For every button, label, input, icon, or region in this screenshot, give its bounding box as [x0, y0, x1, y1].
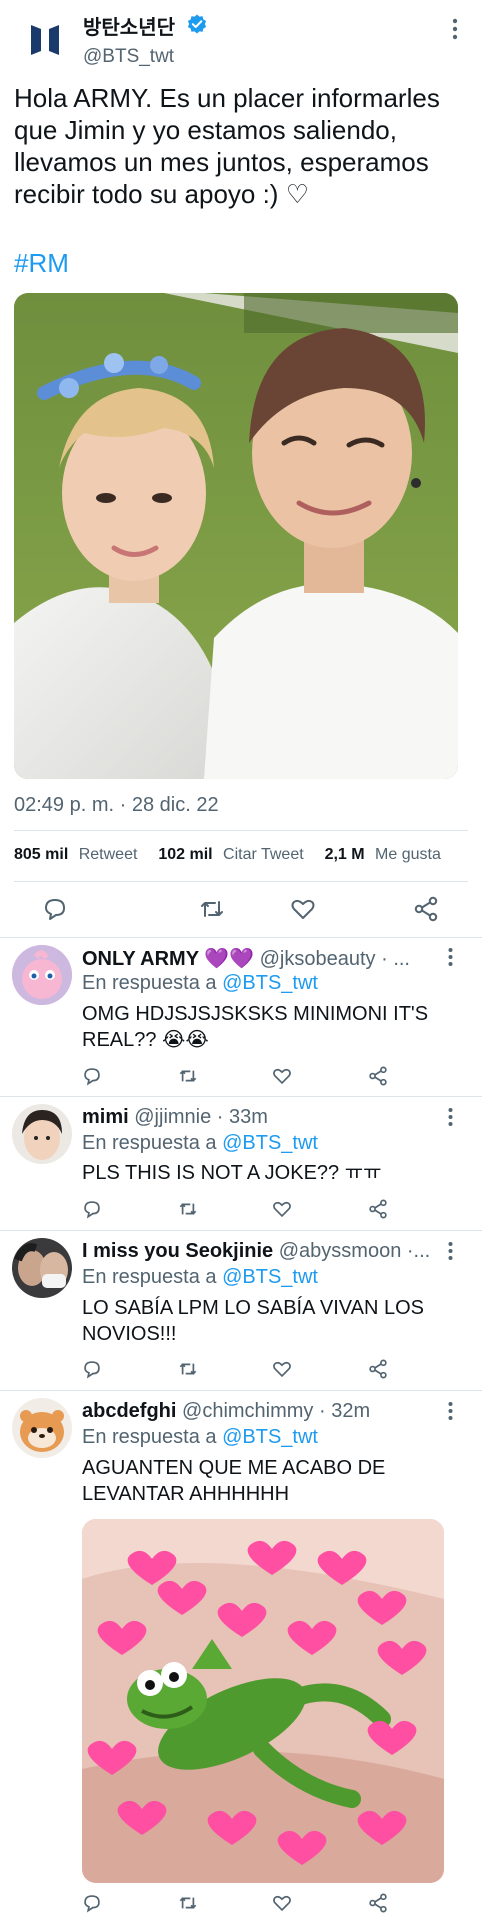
- reply-context-prefix: En respuesta a: [82, 972, 217, 994]
- divider: [0, 1096, 482, 1097]
- reply-handle[interactable]: @abyssmoon ·...: [279, 1240, 430, 1262]
- reply-icon[interactable]: [82, 1066, 102, 1086]
- reply-icon[interactable]: [82, 1199, 102, 1219]
- divider: [0, 1390, 482, 1391]
- reply-context: En respuesta a @BTS_twt: [82, 1132, 318, 1155]
- reply-context-prefix: En respuesta a: [82, 1132, 217, 1154]
- retweets-count[interactable]: 805 mil: [14, 846, 68, 863]
- divider: [14, 881, 468, 882]
- more-options-icon[interactable]: [448, 947, 453, 967]
- reply-author[interactable]: I miss you Seokjinie @abyssmoon ·...: [82, 1240, 447, 1263]
- share-icon[interactable]: [368, 1893, 388, 1913]
- reply-to-link[interactable]: @BTS_twt: [222, 1266, 318, 1288]
- reply-display-name[interactable]: ONLY ARMY 💜💜: [82, 948, 254, 970]
- reply-author[interactable]: abcdefghi @chimchimmy · 32m: [82, 1400, 447, 1423]
- like-icon[interactable]: [272, 1359, 292, 1379]
- more-options-icon[interactable]: [452, 18, 458, 40]
- reply-image[interactable]: [82, 1519, 444, 1883]
- quotes-count[interactable]: 102 mil: [158, 846, 212, 863]
- more-options-icon[interactable]: [448, 1107, 453, 1127]
- verified-badge-icon: [187, 14, 207, 34]
- avatar[interactable]: [12, 945, 72, 1005]
- reply-text: AGUANTEN QUE ME ACABO DE LEVANTAR AHHHHH…: [82, 1457, 386, 1505]
- account-name[interactable]: 방탄소년단: [83, 11, 175, 40]
- retweet-icon[interactable]: [178, 1893, 198, 1913]
- reply-display-name[interactable]: abcdefghi: [82, 1400, 176, 1422]
- like-icon[interactable]: [272, 1893, 292, 1913]
- divider: [0, 937, 482, 938]
- reply-handle[interactable]: @jksobeauty · ...: [260, 948, 410, 970]
- retweet-icon[interactable]: [199, 896, 225, 922]
- tweet-text: Hola ARMY. Es un placer informarles que …: [14, 83, 440, 209]
- retweet-icon[interactable]: [178, 1066, 198, 1086]
- reply-context: En respuesta a @BTS_twt: [82, 972, 318, 995]
- tweet-photo[interactable]: [14, 293, 458, 779]
- bts-logo-icon: [31, 25, 59, 55]
- more-options-icon[interactable]: [448, 1401, 453, 1421]
- reply-icon[interactable]: [82, 1359, 102, 1379]
- tweet-stats: 805 mil Retweet 102 mil Citar Tweet 2,1 …: [14, 846, 441, 864]
- divider: [0, 1230, 482, 1231]
- reply-author[interactable]: mimi @jjimnie · 33m: [82, 1106, 447, 1129]
- avatar[interactable]: [12, 1104, 72, 1164]
- more-options-icon[interactable]: [448, 1241, 453, 1261]
- share-icon[interactable]: [368, 1066, 388, 1086]
- reply-author[interactable]: ONLY ARMY 💜💜 @jksobeauty · ...: [82, 946, 447, 971]
- likes-count[interactable]: 2,1 M: [325, 846, 365, 863]
- like-icon[interactable]: [290, 896, 316, 922]
- like-icon[interactable]: [272, 1066, 292, 1086]
- reply-to-link[interactable]: @BTS_twt: [222, 972, 318, 994]
- reply-to-link[interactable]: @BTS_twt: [222, 1426, 318, 1448]
- share-icon[interactable]: [368, 1199, 388, 1219]
- like-icon[interactable]: [272, 1199, 292, 1219]
- reply-handle[interactable]: @jjimnie · 33m: [134, 1106, 268, 1128]
- reply-context: En respuesta a @BTS_twt: [82, 1266, 318, 1289]
- reply-handle[interactable]: @chimchimmy · 32m: [182, 1400, 370, 1422]
- reply-text: PLS THIS IS NOT A JOKE?? ㅠㅠ: [82, 1162, 382, 1184]
- reply-text: LO SABÍA LPM LO SABÍA VIVAN LOS NOVIOS!!…: [82, 1297, 425, 1345]
- retweets-label[interactable]: Retweet: [79, 846, 138, 863]
- reply-context-prefix: En respuesta a: [82, 1426, 217, 1448]
- reply-display-name[interactable]: I miss you Seokjinie: [82, 1240, 273, 1262]
- reply-display-name[interactable]: mimi: [82, 1106, 129, 1128]
- reply-context: En respuesta a @BTS_twt: [82, 1426, 318, 1449]
- hashtag-link[interactable]: #RM: [14, 248, 69, 279]
- divider: [14, 830, 468, 831]
- account-handle[interactable]: @BTS_twt: [83, 46, 174, 68]
- tweet-timestamp: 02:49 p. m. · 28 dic. 22: [14, 794, 219, 816]
- reply-to-link[interactable]: @BTS_twt: [222, 1132, 318, 1154]
- retweet-icon[interactable]: [178, 1199, 198, 1219]
- retweet-icon[interactable]: [178, 1359, 198, 1379]
- reply-icon[interactable]: [42, 896, 68, 922]
- avatar[interactable]: [12, 1398, 72, 1458]
- reply-icon[interactable]: [82, 1893, 102, 1913]
- reply-context-prefix: En respuesta a: [82, 1266, 217, 1288]
- avatar[interactable]: [12, 1238, 72, 1298]
- quotes-label[interactable]: Citar Tweet: [223, 846, 304, 863]
- likes-label[interactable]: Me gusta: [375, 846, 441, 863]
- share-icon[interactable]: [368, 1359, 388, 1379]
- share-icon[interactable]: [413, 896, 439, 922]
- reply-text: OMG HDJSJSJSKSKS MINIMONI IT'S REAL?? 😭😭: [82, 1003, 429, 1051]
